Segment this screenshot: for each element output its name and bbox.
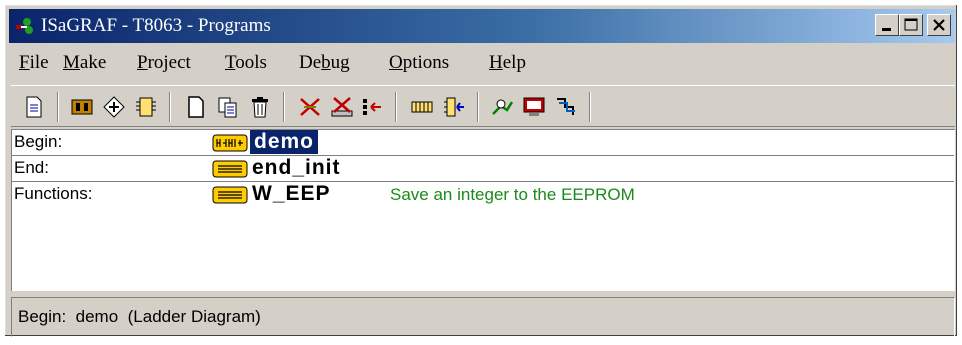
maximize-button[interactable]	[899, 14, 923, 36]
copy-icon[interactable]	[215, 94, 241, 120]
delete-icon[interactable]	[247, 94, 273, 120]
debug-icon[interactable]	[441, 94, 467, 120]
maximize-icon	[904, 18, 918, 31]
window-title: ISaGRAF - T8063 - Programs	[41, 15, 271, 36]
verify-icon[interactable]	[329, 94, 355, 120]
structured-text-icon	[212, 186, 248, 204]
network-icon[interactable]	[101, 94, 127, 120]
section-label: End:	[14, 158, 49, 177]
download-icon[interactable]	[553, 94, 579, 120]
list-item-end[interactable]: End: end_init	[12, 156, 954, 182]
menu-make[interactable]: Make	[63, 52, 106, 74]
close-icon	[933, 19, 945, 31]
menu-debug[interactable]: Debug	[299, 52, 350, 74]
program-name-w-eep[interactable]: W_EEP	[252, 182, 331, 206]
menu-options[interactable]: Options	[389, 52, 449, 74]
monitor-icon[interactable]	[521, 94, 547, 120]
io-icon[interactable]	[133, 94, 159, 120]
status-text: Begin: demo (Ladder Diagram)	[18, 307, 261, 326]
dictionary-icon[interactable]	[69, 94, 95, 120]
section-label: Begin:	[14, 132, 63, 151]
status-bar: Begin: demo (Ladder Diagram)	[11, 297, 955, 337]
toolbar-separator	[57, 92, 59, 122]
program-name-end-init[interactable]: end_init	[252, 156, 341, 180]
link-icon[interactable]	[359, 94, 385, 120]
ladder-diagram-icon	[212, 134, 248, 152]
menu-bar: File Make Project Tools Debug Options He…	[9, 45, 955, 83]
menu-tools[interactable]: Tools	[225, 52, 267, 74]
toolbar-separator	[477, 92, 479, 122]
minimize-icon	[882, 28, 891, 31]
menu-file[interactable]: File	[19, 52, 49, 74]
application-window: ISaGRAF - T8063 - Programs File Make Pro…	[4, 4, 958, 337]
program-list: Begin: demo End: end_init Functions: W_E…	[11, 129, 955, 291]
program-name-demo[interactable]: demo	[250, 130, 319, 154]
toolbar-separator	[169, 92, 171, 122]
connect-icon[interactable]	[489, 94, 515, 120]
toolbar	[11, 85, 955, 127]
menu-help[interactable]: Help	[489, 52, 526, 74]
toolbar-separator	[283, 92, 285, 122]
menu-project[interactable]: Project	[137, 52, 191, 74]
compile-icon[interactable]	[297, 94, 323, 120]
document-icon[interactable]	[21, 94, 47, 120]
list-item-begin[interactable]: Begin: demo	[12, 130, 954, 156]
simulate-icon[interactable]	[409, 94, 435, 120]
minimize-button[interactable]	[875, 14, 899, 36]
section-label: Functions:	[14, 184, 93, 203]
close-button[interactable]	[927, 14, 951, 36]
new-program-icon[interactable]	[183, 94, 209, 120]
title-bar[interactable]: ISaGRAF - T8063 - Programs	[9, 9, 955, 43]
isagraf-app-icon	[16, 18, 33, 34]
structured-text-icon	[212, 160, 248, 178]
program-description: Save an integer to the EEPROM	[390, 185, 635, 204]
list-item-functions[interactable]: Functions: W_EEP Save an integer to the …	[12, 182, 954, 208]
toolbar-separator	[395, 92, 397, 122]
toolbar-separator	[589, 92, 591, 122]
